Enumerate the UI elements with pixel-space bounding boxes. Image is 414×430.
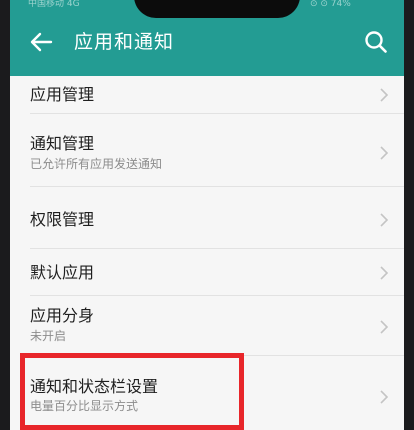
row-label: 应用管理: [30, 85, 95, 104]
settings-row-notification-status-bar[interactable]: 通知和状态栏设置 电量百分比显示方式: [10, 356, 404, 430]
arrow-left-icon: [30, 32, 53, 52]
back-button[interactable]: [28, 28, 56, 56]
camera-notch: [134, 0, 300, 18]
row-subtitle: 电量百分比显示方式: [30, 399, 139, 413]
row-subtitle: 已允许所有应用发送通知: [30, 157, 163, 171]
page-title: 应用和通知: [74, 31, 175, 53]
status-bar-carrier: 中国移动 4G: [28, 0, 80, 9]
settings-row-default-apps[interactable]: 默认应用: [10, 249, 404, 296]
search-icon: [365, 31, 387, 53]
row-label: 权限管理: [30, 210, 95, 229]
row-label: 应用分身: [30, 306, 95, 325]
chevron-right-icon: [380, 390, 389, 404]
chevron-right-icon: [380, 320, 389, 334]
status-bar-indicators: ⊙ ⊙ 74%: [310, 0, 351, 9]
phone-screen: 中国移动 4G ⊙ ⊙ 74% 应用和通知 应用管理 通知管理 已允许所有应用发…: [10, 0, 404, 430]
search-button[interactable]: [362, 28, 390, 56]
settings-row-permission-management[interactable]: 权限管理: [10, 187, 404, 249]
row-subtitle: 未开启: [30, 329, 67, 343]
settings-row-app-twin[interactable]: 应用分身 未开启: [10, 296, 404, 356]
chevron-right-icon: [380, 88, 389, 102]
row-label: 通知和状态栏设置: [30, 377, 159, 396]
row-label: 通知管理: [30, 134, 95, 153]
row-label: 默认应用: [30, 263, 95, 282]
chevron-right-icon: [380, 146, 389, 160]
settings-row-app-management[interactable]: 应用管理: [10, 76, 404, 114]
settings-row-notification-management[interactable]: 通知管理 已允许所有应用发送通知: [10, 114, 404, 187]
chevron-right-icon: [380, 266, 389, 280]
chevron-right-icon: [380, 213, 389, 227]
